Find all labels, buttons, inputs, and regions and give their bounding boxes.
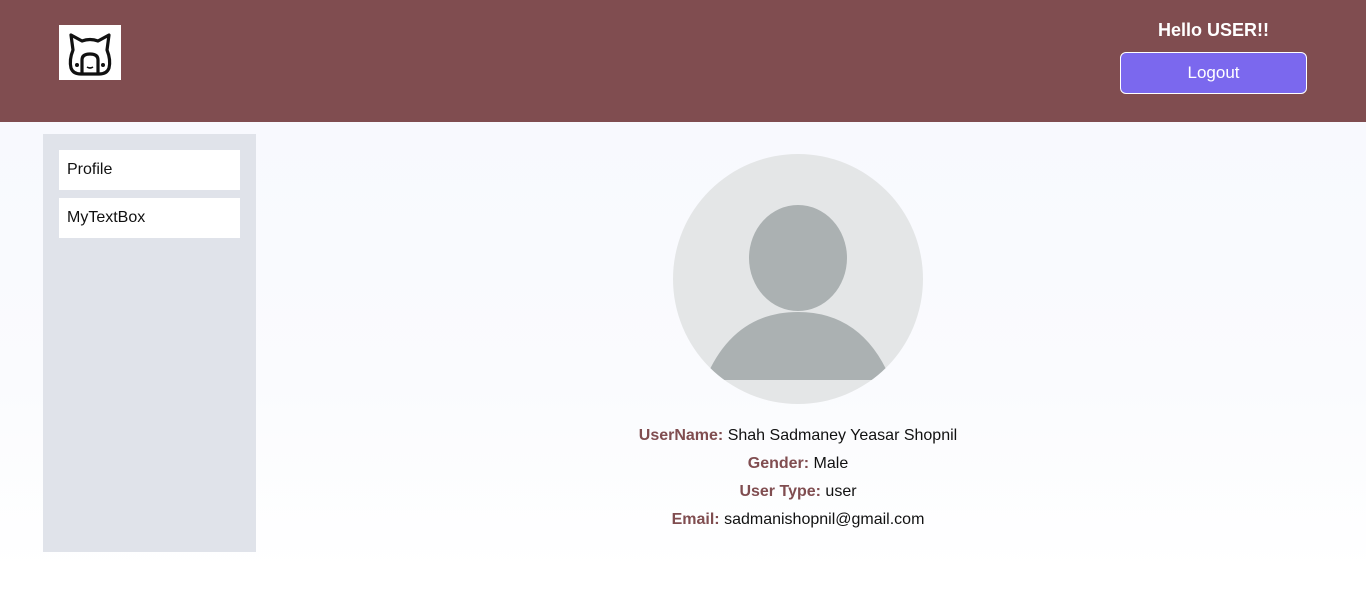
- username-value: Shah Sadmaney Yeasar Shopnil: [727, 427, 958, 444]
- top-header: Hello USER!! Logout: [0, 0, 1366, 122]
- email-value: sadmanishopnil@gmail.com: [724, 511, 925, 528]
- logout-button[interactable]: Logout: [1120, 52, 1307, 94]
- user-avatar-icon: [673, 154, 923, 404]
- cat-face-icon: [68, 32, 112, 76]
- greeting-text: Hello USER!!: [1157, 20, 1269, 40]
- user-type-row: User Type: user: [448, 482, 1148, 502]
- user-type-label: User Type:: [739, 483, 821, 500]
- user-type-value: user: [825, 483, 857, 500]
- email-label: Email:: [671, 511, 720, 528]
- gender-label: Gender:: [747, 455, 810, 472]
- sidebar-item-mytextbox[interactable]: MyTextBox: [59, 198, 240, 238]
- gender-row: Gender: Male: [448, 454, 1148, 474]
- sidebar: Profile MyTextBox: [43, 134, 256, 552]
- username-label: UserName:: [638, 427, 724, 444]
- email-row: Email: sadmanishopnil@gmail.com: [448, 510, 1148, 530]
- gender-value: Male: [813, 455, 849, 472]
- sidebar-item-profile[interactable]: Profile: [59, 150, 240, 190]
- username-row: UserName: Shah Sadmaney Yeasar Shopnil: [448, 426, 1148, 446]
- logo[interactable]: [59, 25, 121, 80]
